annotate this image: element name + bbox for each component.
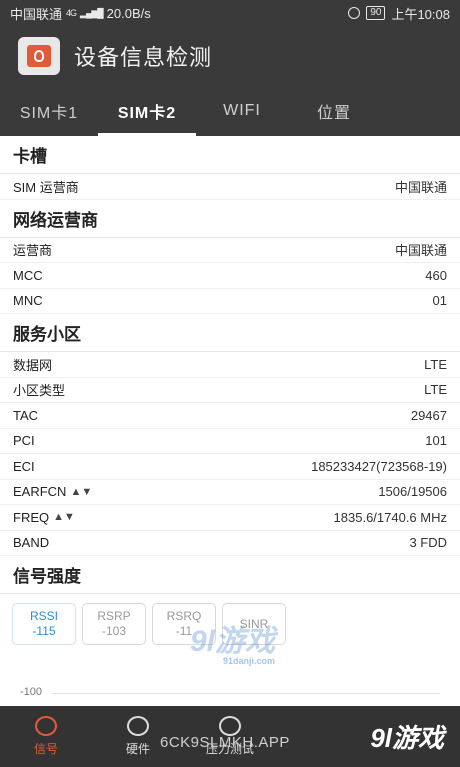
tab-location[interactable]: 位置 <box>288 86 380 136</box>
network-type: 4G <box>66 8 77 18</box>
chart-gridline <box>52 693 440 694</box>
section-title-cell: 服务小区 <box>0 314 460 352</box>
list-item: TAC 29467 <box>0 403 460 429</box>
site-logo-watermark: 9l游戏 <box>370 723 444 753</box>
app-logo-icon <box>18 37 60 75</box>
status-bar: 中国联通 4G ▂▄▆█ 20.0B/s 90 上午10:08 <box>0 0 460 26</box>
hardware-icon <box>127 716 149 736</box>
carrier-label: 中国联通 <box>10 6 63 22</box>
site-watermark: 9l游戏 91danji.com <box>190 625 276 666</box>
list-item: MCC 460 <box>0 263 460 289</box>
sort-arrows-icon[interactable]: ▲▼ <box>70 486 92 498</box>
section-title-slot: 卡槽 <box>0 136 460 174</box>
signal-bars-icon: ▂▄▆█ <box>80 7 104 18</box>
chart-y-label: -100 <box>20 686 43 698</box>
app-bar: 设备信息检测 <box>0 26 460 86</box>
list-item: EARFCN ▲▼ 1506/19506 <box>0 480 460 505</box>
chip-rsrp[interactable]: RSRP -103 <box>82 603 146 645</box>
stress-test-icon <box>219 716 241 736</box>
tab-wifi[interactable]: WIFI <box>196 86 288 136</box>
list-item: MNC 01 <box>0 289 460 314</box>
clock-time: 上午10:08 <box>391 6 450 22</box>
list-item: PCI 101 <box>0 429 460 454</box>
tab-sim1[interactable]: SIM卡1 <box>0 86 98 136</box>
tab-bar: SIM卡1 SIM卡2 WIFI 位置 <box>0 86 460 136</box>
section-title-signal: 信号强度 <box>0 556 460 594</box>
app-title: 设备信息检测 <box>74 45 213 70</box>
sort-arrows-icon[interactable]: ▲▼ <box>53 511 75 523</box>
section-title-network: 网络运营商 <box>0 200 460 238</box>
nav-item-signal[interactable]: 信号 <box>0 706 92 767</box>
list-item: 数据网 LTE <box>0 352 460 378</box>
alarm-icon <box>348 7 361 19</box>
list-item: 小区类型 LTE <box>0 378 460 403</box>
chip-rssi[interactable]: RSSI -115 <box>12 603 76 645</box>
battery-icon: 90 <box>366 6 386 20</box>
app-code-text: 6CK9SLMKH.APP <box>160 734 290 751</box>
list-item: ECI 185233427(723568-19) <box>0 454 460 480</box>
list-item: BAND 3 FDD <box>0 531 460 556</box>
list-item: FREQ ▲▼ 1835.6/1740.6 MHz <box>0 505 460 531</box>
signal-icon <box>35 716 57 736</box>
tab-sim2[interactable]: SIM卡2 <box>98 86 196 136</box>
list-item: SIM 运营商 中国联通 <box>0 174 460 200</box>
list-item: 运营商 中国联通 <box>0 238 460 263</box>
network-speed: 20.0B/s <box>106 5 151 21</box>
signal-chart: -100 <box>0 676 460 706</box>
